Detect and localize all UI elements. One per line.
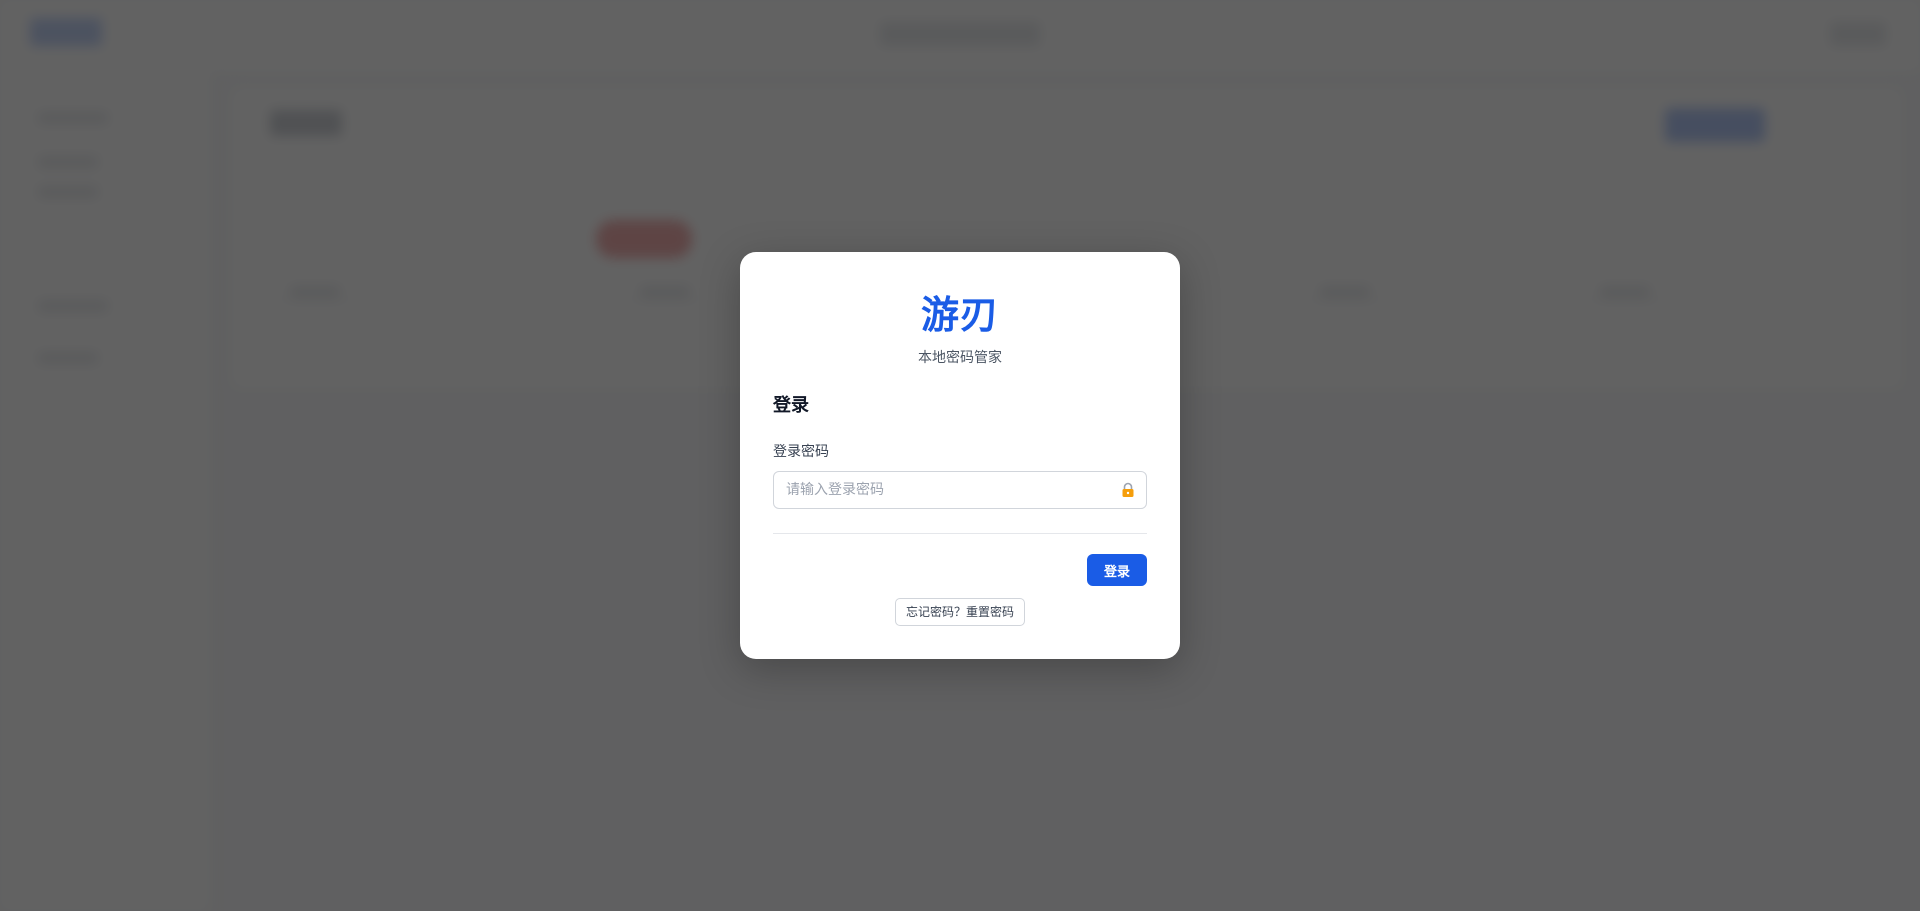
reset-password-button[interactable]: 忘记密码？重置密码 [895,598,1025,626]
login-heading: 登录 [773,395,809,416]
brand-subtitle: 本地密码管家 [918,350,1002,366]
login-modal: 游刃 本地密码管家 登录 登录密码 登录 忘记密码？重置密码 [740,252,1180,659]
password-input[interactable] [774,472,1104,508]
password-label: 登录密码 [773,444,829,460]
form-divider [773,533,1147,534]
brand-title: 游刃 [920,293,999,337]
password-field[interactable] [773,471,1147,509]
lock-icon [1121,482,1135,498]
login-button[interactable]: 登录 [1087,554,1147,586]
